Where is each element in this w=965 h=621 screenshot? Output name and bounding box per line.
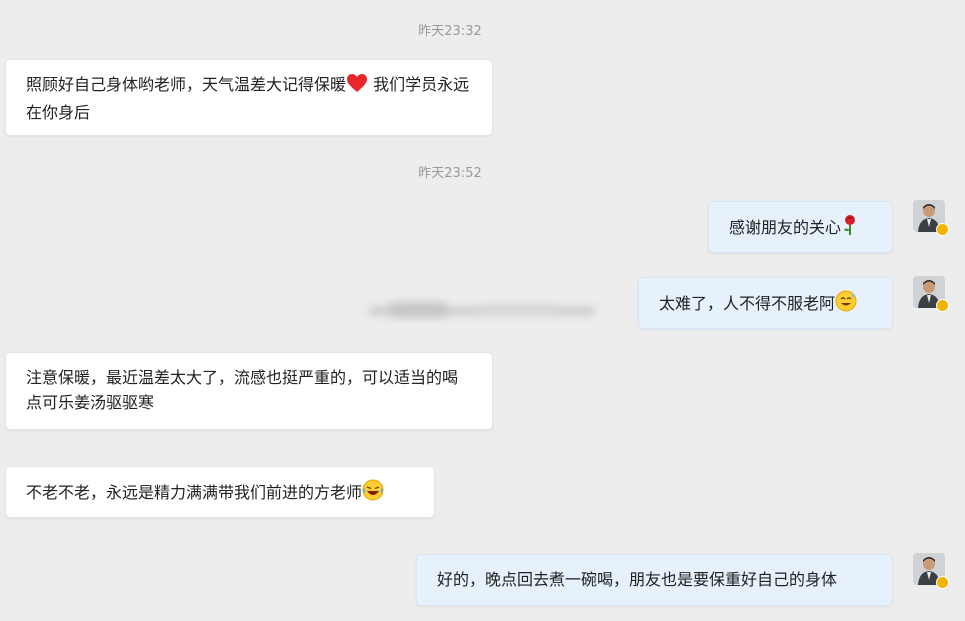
message-text: 感谢朋友的关心 bbox=[729, 218, 842, 237]
message-bubble-incoming[interactable]: 注意保暖，最近温差太大了，流感也挺严重的，可以适当的喝点可乐姜汤驱驱寒 bbox=[5, 352, 493, 430]
timestamp: 昨天23:32 bbox=[418, 24, 482, 39]
timestamp: 昨天23:52 bbox=[418, 166, 482, 181]
message-text: 注意保暖，最近温差太大了，流感也挺严重的，可以适当的喝点可乐姜汤驱驱寒 bbox=[26, 368, 459, 412]
rose-emoji-icon bbox=[841, 214, 859, 243]
message-bubble-outgoing[interactable]: 太难了，人不得不服老阿 bbox=[638, 277, 893, 329]
verified-badge-icon bbox=[936, 299, 949, 312]
message-text: 太难了，人不得不服老阿 bbox=[659, 294, 836, 313]
verified-badge-icon bbox=[936, 223, 949, 236]
laugh-cry-emoji-icon bbox=[362, 479, 384, 508]
verified-badge-icon bbox=[936, 576, 949, 589]
avatar[interactable] bbox=[913, 276, 949, 312]
message-bubble-outgoing[interactable]: 感谢朋友的关心 bbox=[708, 201, 893, 253]
sweat-smile-emoji-icon bbox=[835, 290, 857, 319]
message-bubble-outgoing[interactable]: 好的，晚点回去煮一碗喝，朋友也是要保重好自己的身体 bbox=[416, 554, 893, 606]
message-text: 好的，晚点回去煮一碗喝，朋友也是要保重好自己的身体 bbox=[437, 570, 838, 589]
avatar[interactable] bbox=[913, 553, 949, 589]
avatar[interactable] bbox=[913, 200, 949, 236]
message-text: 不老不老，永远是精力满满带我们前进的方老师 bbox=[26, 483, 363, 502]
message-bubble-incoming[interactable]: 照顾好自己身体哟老师，天气温差大记得保暖 我们学员永远在你身后 bbox=[5, 59, 493, 136]
message-text: 照顾好自己身体哟老师，天气温差大记得保暖 bbox=[26, 75, 347, 94]
heart-emoji-icon bbox=[346, 73, 368, 100]
blurred-content bbox=[368, 296, 596, 324]
message-bubble-incoming[interactable]: 不老不老，永远是精力满满带我们前进的方老师 bbox=[5, 466, 435, 518]
